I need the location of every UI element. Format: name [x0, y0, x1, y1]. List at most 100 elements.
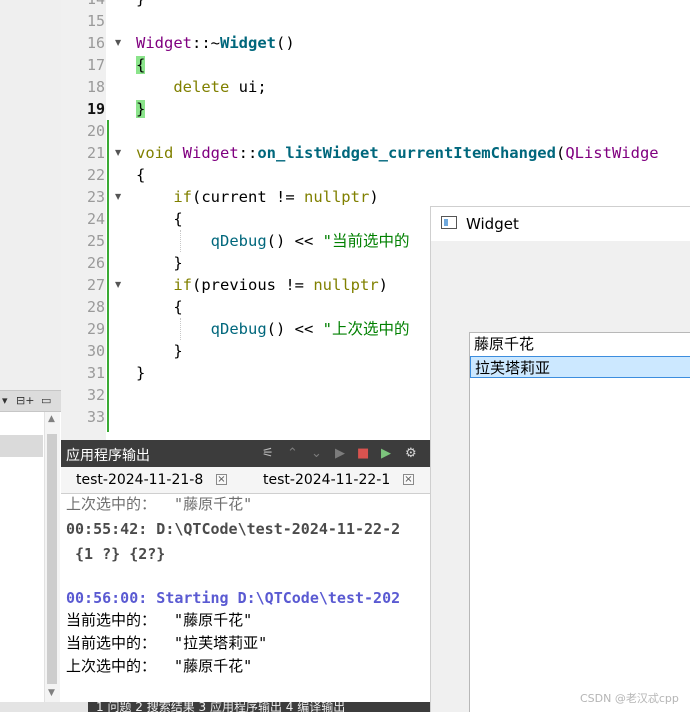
line-number: 21 [86, 144, 105, 162]
gear-icon[interactable]: ⚙ [405, 446, 417, 461]
debug-run-icon[interactable]: ▶ [381, 446, 391, 461]
stop-icon[interactable]: ■ [357, 446, 369, 461]
code-line-24[interactable]: { [136, 208, 183, 230]
output-line: 上次选中的： "藤原千花" [66, 495, 253, 513]
line-number: 16 [86, 34, 105, 52]
sidebar-selected-row[interactable] [0, 435, 43, 457]
string-literal: "上次选中的 [322, 320, 410, 338]
code-text: ui; [229, 78, 267, 96]
code-line-31[interactable]: } [136, 362, 145, 384]
code-text: () << [266, 320, 323, 338]
brace: { [173, 210, 183, 228]
fold-arrow-icon[interactable]: ▼ [115, 32, 121, 54]
dropdown-arrow-icon[interactable]: ▾ [2, 394, 8, 407]
prev-item-icon[interactable]: ⌃ [287, 446, 298, 461]
code-line-29[interactable]: qDebug() << "上次选中的 [136, 318, 410, 340]
line-number: 20 [86, 122, 105, 140]
brace: } [173, 254, 183, 272]
function-name: Widget [220, 34, 276, 52]
scope-operator: ::~ [192, 34, 220, 52]
current-line-number: 19 [86, 100, 105, 118]
keyword: delete [173, 78, 230, 96]
close-icon[interactable]: × [403, 474, 414, 485]
function-call: qDebug [210, 320, 267, 338]
type-name: QListWidge [565, 144, 659, 162]
brace: } [136, 364, 146, 382]
sidebar-scroll-thumb[interactable] [47, 434, 57, 684]
function-call: qDebug [210, 232, 267, 250]
scroll-down-icon[interactable]: ▼ [48, 688, 55, 698]
code-line-25[interactable]: qDebug() << "当前选中的 [136, 230, 410, 252]
scroll-up-icon[interactable]: ▲ [48, 414, 55, 424]
code-line-16[interactable]: Widget::~Widget() [136, 32, 295, 54]
code-line-22[interactable]: { [136, 164, 145, 186]
matched-brace: } [136, 100, 146, 118]
line-number: 24 [86, 210, 105, 228]
keyword: nullptr [303, 188, 370, 206]
fold-arrow-icon[interactable]: ▼ [115, 274, 121, 296]
code-line-23[interactable]: if(current != nullptr) [136, 186, 378, 208]
output-line: 00:56:00: Starting D:\QTCode\test-202 [66, 589, 401, 607]
line-number: 27 [86, 276, 105, 294]
sidebar-bottom [0, 702, 88, 712]
close-icon[interactable]: × [216, 474, 227, 485]
scope-operator: :: [238, 144, 258, 162]
clean-output-icon[interactable]: ⚟ [262, 446, 274, 461]
code-line-30[interactable]: } [136, 340, 183, 362]
output-line: 00:55:42: D:\QTCode\test-2024-11-22-2 [66, 520, 401, 538]
output-line: 当前选中的： "藤原千花" [66, 611, 253, 629]
output-tab[interactable]: test-2024-11-22-1 [263, 467, 390, 494]
code-line-17[interactable]: { [136, 54, 146, 76]
code-line-28[interactable]: { [136, 296, 182, 318]
keyword: if [173, 276, 192, 294]
line-number: 31 [86, 364, 105, 382]
code-line-26[interactable]: } [136, 252, 183, 274]
window-title: Widget [466, 215, 519, 233]
sidebar-top-panel [0, 0, 61, 390]
code-line-19[interactable]: } [136, 98, 146, 120]
code-line-18[interactable]: delete ui; [136, 76, 267, 98]
window-app-icon [441, 216, 457, 229]
close-panel-icon[interactable]: ▭ [41, 394, 51, 407]
line-number: 14 [61, 0, 105, 10]
split-add-icon[interactable]: ⊟+ [16, 394, 34, 407]
brace: } [173, 342, 183, 360]
bottom-tabs-label[interactable]: 1 问题 2 搜索结果 3 应用程序输出 4 编译输出 [96, 702, 345, 712]
line-number: 33 [86, 408, 105, 426]
run-icon[interactable]: ▶ [335, 446, 345, 461]
line-number: 22 [86, 166, 105, 184]
class-name: Widget [136, 34, 192, 52]
output-line: 当前选中的： "拉芙塔莉亚" [66, 634, 268, 652]
string-literal: "当前选中的 [322, 232, 410, 250]
line-number: 32 [86, 386, 105, 404]
code-text: () << [266, 232, 323, 250]
list-item-selected[interactable]: 拉芙塔莉亚 [470, 356, 690, 378]
fold-arrow-icon[interactable]: ▼ [115, 186, 121, 208]
sidebar-toolbar: ▾ ⊟+ ▭ [0, 390, 61, 412]
next-item-icon[interactable]: ⌄ [311, 446, 322, 461]
fold-arrow-icon[interactable]: ▼ [115, 142, 121, 164]
line-number: 30 [86, 342, 105, 360]
parens: () [276, 34, 295, 52]
code-line-14[interactable]: } [136, 0, 145, 10]
output-pane-title: 应用程序输出 [66, 448, 150, 464]
output-line: {1 ?} {2?} [66, 545, 166, 563]
keyword: nullptr [313, 276, 379, 294]
code-line-27[interactable]: if(previous != nullptr) [136, 274, 388, 296]
code-text: (previous != [192, 276, 314, 294]
line-number: 15 [86, 12, 105, 30]
modified-lines-marker [107, 120, 109, 432]
close-paren: ) [378, 276, 388, 294]
bottom-pane-tabs: 1 问题 2 搜索结果 3 应用程序输出 4 编译输出 [88, 702, 430, 712]
brace: { [136, 166, 146, 184]
code-line-21[interactable]: void Widget::on_listWidget_currentItemCh… [136, 142, 659, 164]
output-tab[interactable]: test-2024-11-21-8 [76, 467, 203, 494]
line-number: 23 [86, 188, 105, 206]
list-widget[interactable] [469, 332, 690, 712]
line-number: 26 [86, 254, 105, 272]
line-number: 28 [86, 298, 105, 316]
matched-brace: { [136, 56, 146, 74]
code-text: (current != [192, 188, 304, 206]
line-number: 18 [86, 78, 105, 96]
list-item[interactable]: 藤原千花 [470, 333, 690, 355]
